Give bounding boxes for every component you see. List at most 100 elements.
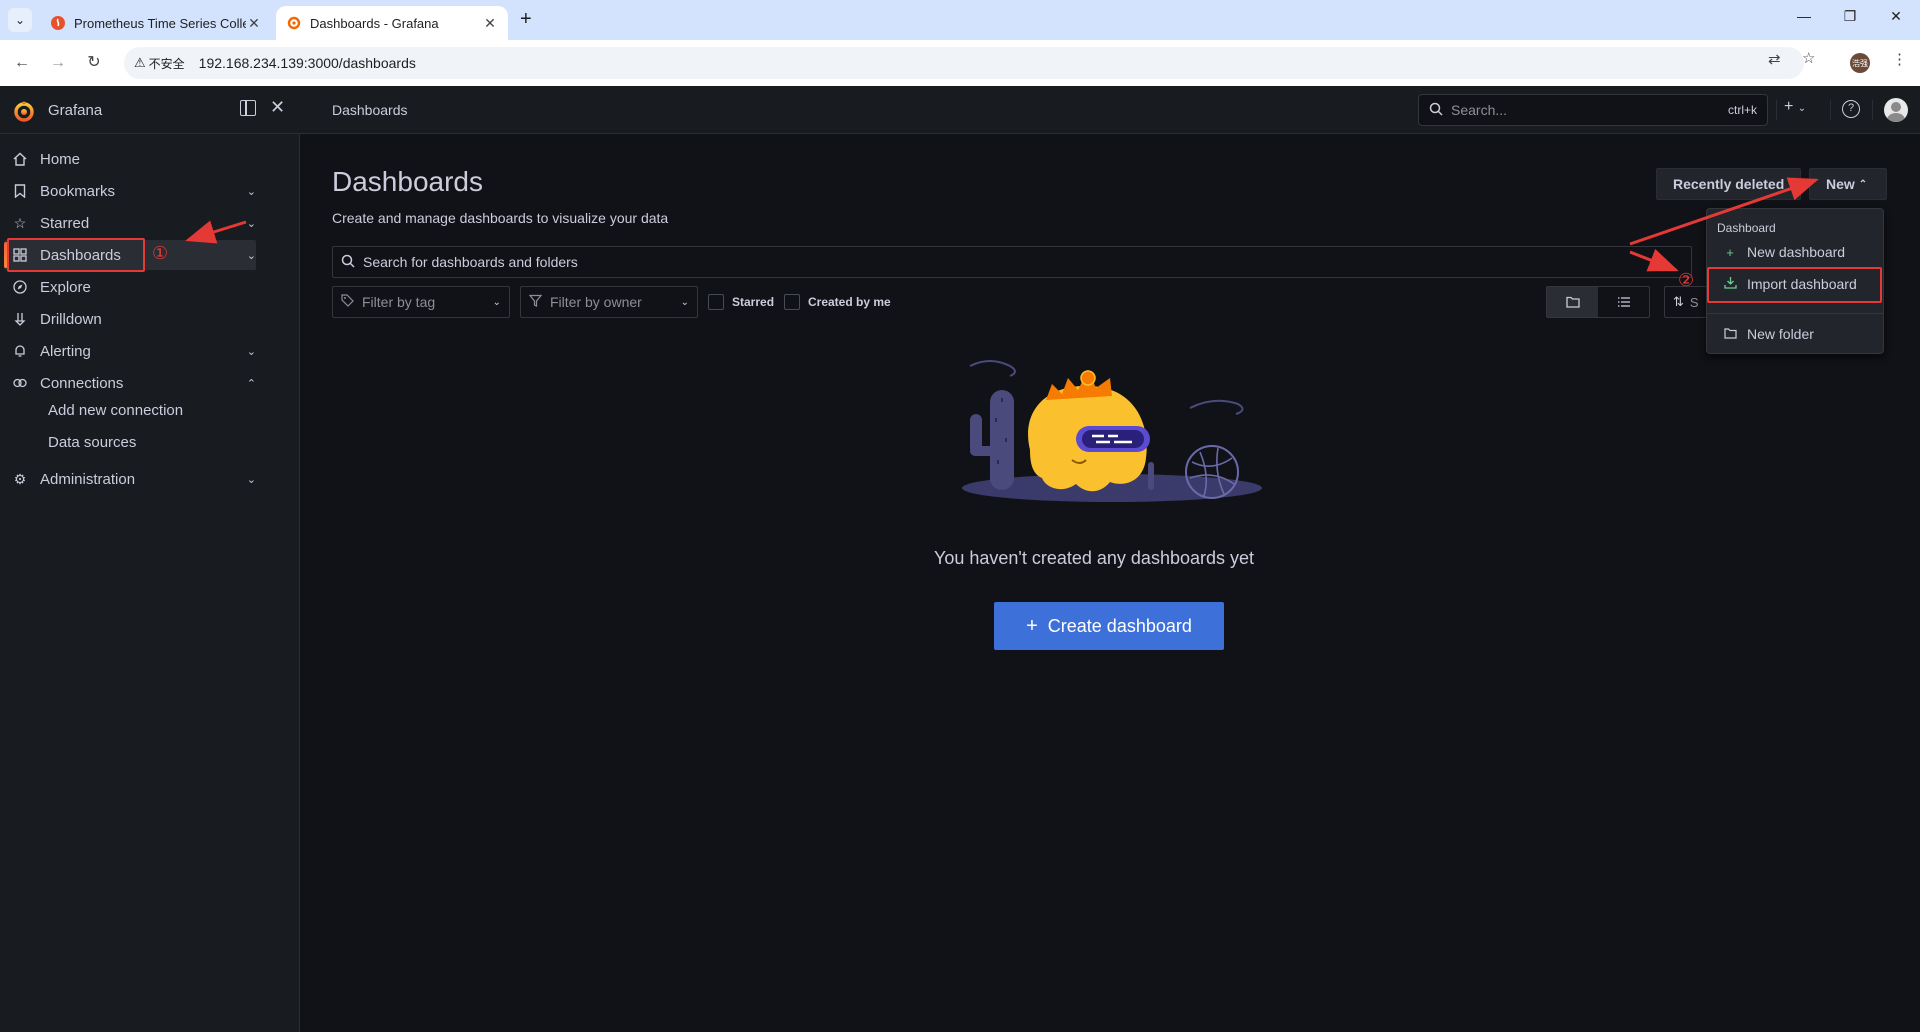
restore-icon[interactable]: ❐ [1830, 8, 1870, 25]
search-placeholder: Search for dashboards and folders [363, 254, 578, 270]
browser-tab-grafana[interactable]: Dashboards - Grafana ✕ [276, 6, 508, 40]
checkbox-box[interactable] [708, 294, 724, 310]
folder-icon [1723, 327, 1737, 342]
empty-state-illustration [962, 360, 1262, 502]
annotation-step-1: ① [152, 243, 169, 263]
url-text: 192.168.234.139:3000/dashboards [198, 55, 416, 71]
translate-icon[interactable]: ⇄ [1768, 50, 1781, 68]
user-avatar[interactable] [1884, 98, 1908, 122]
sidebar-item-starred[interactable]: ☆ Starred ⌄ [4, 208, 256, 238]
chevron-down-icon[interactable]: ⌄ [247, 473, 256, 486]
sidebar-item-alerting[interactable]: Alerting ⌄ [4, 336, 256, 366]
dock-menu-icon[interactable] [240, 100, 256, 116]
sidebar-item-label: Administration [40, 470, 136, 488]
compass-icon [12, 279, 28, 295]
tab-title: Prometheus Time Series Colle [74, 15, 246, 31]
chevron-down-icon[interactable]: ⌄ [247, 217, 256, 230]
menu-item-new-dashboard[interactable]: + New dashboard [1709, 237, 1881, 267]
divider [1776, 100, 1777, 120]
menu-item-new-folder[interactable]: New folder [1709, 319, 1881, 349]
browser-tab-prometheus[interactable]: Prometheus Time Series Colle ✕ [40, 6, 272, 40]
brand-name: Grafana [48, 102, 103, 119]
back-icon[interactable]: ← [10, 51, 34, 75]
sidebar-item-label: Drilldown [40, 310, 102, 328]
sidebar-item-administration[interactable]: ⚙ Administration ⌄ [4, 464, 256, 494]
address-bar[interactable]: ⚠ 不安全 192.168.234.139:3000/dashboards [124, 47, 1804, 79]
browser-profile-avatar[interactable]: 浩强 [1850, 53, 1870, 73]
sidebar-item-connections[interactable]: Connections ⌃ [4, 368, 256, 398]
filter-label: Filter by owner [550, 294, 642, 310]
global-search-input[interactable]: Search... ctrl+k [1418, 94, 1768, 126]
menu-divider [1707, 313, 1883, 314]
chevron-down-icon: ⌄ [680, 296, 689, 308]
bookmark-icon [12, 183, 28, 199]
grafana-favicon-icon [286, 15, 302, 31]
new-tab-button[interactable]: + [520, 8, 532, 31]
chevron-down-icon[interactable]: ⌄ [247, 249, 256, 262]
help-icon[interactable]: ? [1842, 100, 1860, 118]
search-icon [1429, 102, 1443, 119]
sidebar-item-label: Explore [40, 278, 91, 296]
created-by-me-checkbox[interactable]: Created by me [784, 294, 891, 310]
close-icon[interactable]: ✕ [270, 97, 285, 118]
browser-tab-strip: ⌄ Prometheus Time Series Colle ✕ Dashboa… [0, 0, 1920, 40]
tab-search-button[interactable]: ⌄ [8, 8, 32, 32]
cog-icon: ⚙ [13, 470, 27, 487]
sort-icon: ⇅ [1673, 294, 1684, 309]
browser-menu-icon[interactable]: ⋮ [1892, 50, 1907, 68]
page-subtitle: Create and manage dashboards to visualiz… [332, 210, 669, 226]
filter-label: Filter by tag [362, 294, 436, 310]
minimize-icon[interactable]: — [1784, 8, 1824, 24]
create-dashboard-button[interactable]: + Create dashboard [994, 602, 1224, 650]
sidebar-item-explore[interactable]: Explore [4, 272, 256, 302]
chevron-up-icon: ⌃ [1858, 178, 1868, 190]
view-toggle [1546, 286, 1650, 318]
filter-by-owner-select[interactable]: Filter by owner ⌄ [520, 286, 698, 318]
reload-icon[interactable]: ↻ [82, 51, 106, 75]
sidebar-subitem-data-sources[interactable]: Data sources [48, 434, 136, 451]
chevron-down-icon[interactable]: ⌄ [247, 345, 256, 358]
chevron-up-icon[interactable]: ⌃ [247, 377, 256, 390]
recently-deleted-button[interactable]: Recently deleted [1656, 168, 1802, 200]
annotation-step-2: ② [1678, 270, 1695, 290]
list-view-icon[interactable] [1598, 287, 1649, 317]
search-icon [341, 254, 355, 271]
sidebar-item-home[interactable]: Home [4, 144, 256, 174]
starred-checkbox[interactable]: Starred [708, 294, 774, 310]
filter-by-tag-select[interactable]: Filter by tag ⌄ [332, 286, 510, 318]
chevron-down-icon: ⌄ [492, 296, 501, 308]
close-icon[interactable]: ✕ [246, 15, 262, 32]
plus-icon: + [1726, 244, 1734, 260]
new-button[interactable]: New ⌃ [1809, 168, 1887, 200]
new-button-label: New [1826, 176, 1855, 192]
folder-view-icon[interactable] [1547, 287, 1598, 317]
close-icon[interactable]: ✕ [482, 15, 498, 32]
tab-title: Dashboards - Grafana [310, 15, 439, 31]
grafana-logo-icon[interactable] [12, 99, 36, 123]
checkbox-box[interactable] [784, 294, 800, 310]
breadcrumb[interactable]: Dashboards [332, 102, 408, 118]
page-title: Dashboards [332, 166, 483, 197]
checkbox-label: Created by me [808, 295, 891, 309]
sidebar-item-bookmarks[interactable]: Bookmarks ⌄ [4, 176, 256, 206]
search-placeholder: Search... [1451, 102, 1508, 118]
sidebar-item-label: Home [40, 150, 81, 168]
divider [1830, 100, 1831, 120]
bookmark-star-icon[interactable]: ☆ [1802, 49, 1815, 67]
sidebar-subitem-add-new-connection[interactable]: Add new connection [48, 402, 183, 419]
sidebar-item-drilldown[interactable]: Drilldown [4, 304, 256, 334]
chevron-down-icon[interactable]: ⌄ [247, 185, 256, 198]
empty-state-message: You haven't created any dashboards yet [934, 548, 1255, 568]
link-icon [12, 375, 28, 391]
menu-item-label: New folder [1747, 326, 1814, 342]
checkbox-label: Starred [732, 295, 775, 309]
forward-icon[interactable]: → [46, 51, 70, 75]
close-window-icon[interactable]: ✕ [1876, 8, 1916, 25]
plus-icon: + [1026, 614, 1038, 637]
security-indicator[interactable]: ⚠ 不安全 [134, 55, 185, 72]
warning-icon: ⚠ [134, 55, 146, 70]
grafana-app: Grafana ✕ Dashboards Search... ctrl+k + … [0, 86, 1920, 1032]
drilldown-icon [12, 311, 28, 327]
dashboard-search-input[interactable]: Search for dashboards and folders [332, 246, 1692, 278]
add-new-button[interactable]: + ⌄ [1784, 98, 1806, 116]
